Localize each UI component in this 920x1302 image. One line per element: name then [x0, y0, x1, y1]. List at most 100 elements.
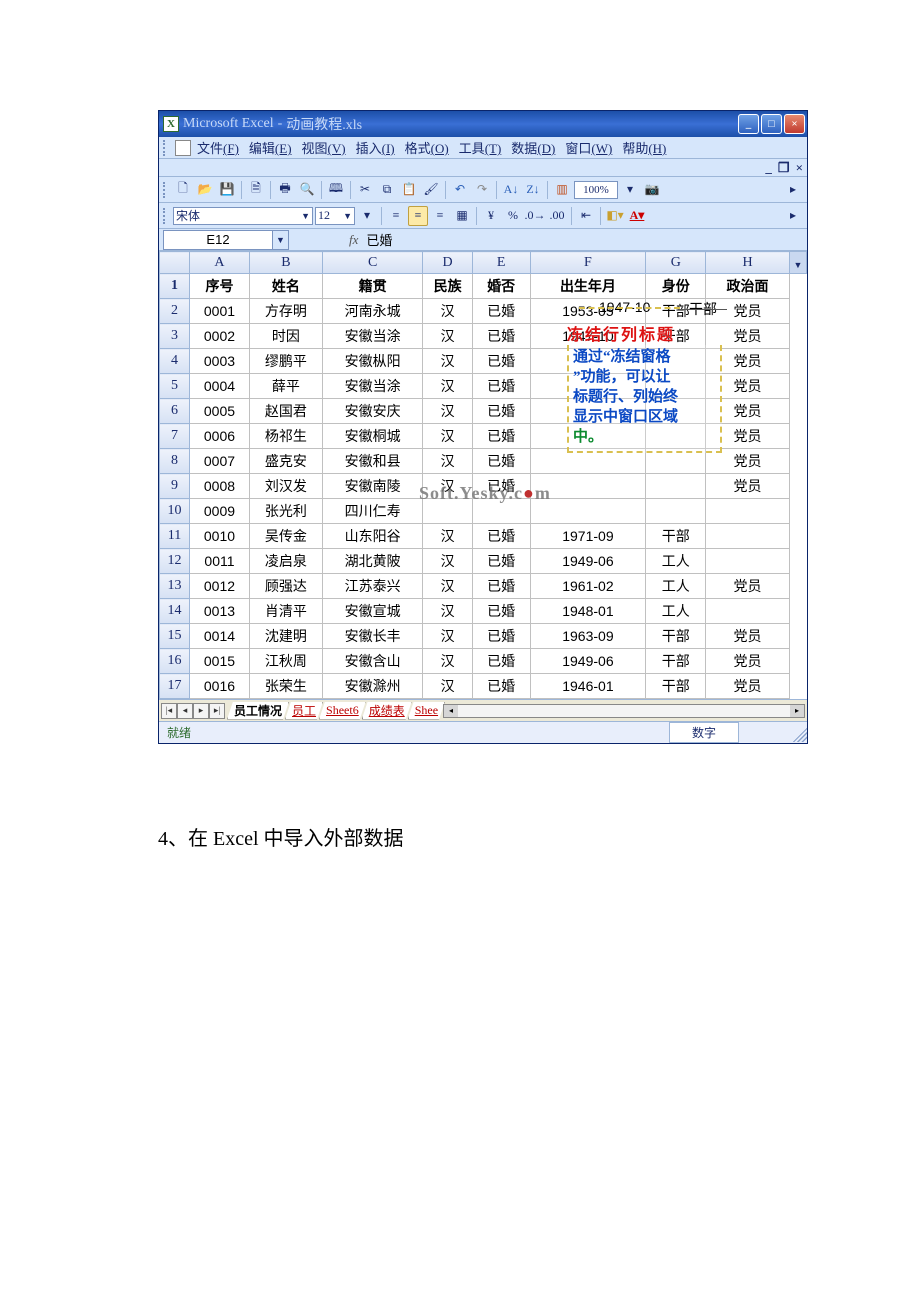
chart-icon[interactable]: ▥	[552, 180, 572, 200]
menu-file[interactable]: 文件(F)	[197, 138, 239, 157]
toolbar-options-icon[interactable]: ▸	[783, 180, 803, 200]
font-color-icon[interactable]: A▾	[627, 206, 647, 226]
workbook-icon[interactable]	[175, 140, 191, 156]
cell[interactable]: 安徽长丰	[322, 624, 423, 649]
tab-nav-first[interactable]: |◂	[161, 703, 177, 719]
cell[interactable]: 0006	[189, 424, 249, 449]
cell[interactable]: 身份	[646, 274, 706, 299]
open-icon[interactable]: 📂	[195, 180, 215, 200]
cell[interactable]: 出生年月	[530, 274, 646, 299]
cell[interactable]: 0010	[189, 524, 249, 549]
permission-icon[interactable]: 🗎	[246, 180, 266, 200]
close-button[interactable]: ×	[784, 114, 805, 134]
cell[interactable]: 党员	[706, 624, 790, 649]
col-header-G[interactable]: G	[646, 252, 706, 274]
cell[interactable]: 安徽滁州	[322, 674, 423, 699]
cell[interactable]: 工人	[646, 549, 706, 574]
row-header[interactable]: 1	[160, 274, 190, 299]
cell[interactable]: 1948-01	[530, 599, 646, 624]
name-box[interactable]: E12	[163, 230, 273, 250]
cell[interactable]: 汉	[423, 599, 472, 624]
tab-nav-next[interactable]: ▸	[193, 703, 209, 719]
cell[interactable]: 已婚	[472, 624, 530, 649]
cell[interactable]: 汉	[423, 674, 472, 699]
row-header[interactable]: 11	[160, 524, 190, 549]
cell[interactable]: 0004	[189, 374, 249, 399]
cell[interactable]: 党员	[706, 649, 790, 674]
cell[interactable]: 已婚	[472, 574, 530, 599]
cell[interactable]: 四川仁寿	[322, 499, 423, 524]
cell[interactable]: 0016	[189, 674, 249, 699]
row-header[interactable]: 6	[160, 399, 190, 424]
col-header-H[interactable]: H	[706, 252, 790, 274]
align-left-icon[interactable]: ≡	[386, 206, 406, 226]
cell[interactable]: 汉	[423, 299, 472, 324]
fmtbar-options-icon[interactable]: ▸	[783, 206, 803, 226]
cell[interactable]: 干部	[646, 524, 706, 549]
cell[interactable]: 沈建明	[249, 624, 322, 649]
row-header[interactable]: 3	[160, 324, 190, 349]
cell[interactable]: 已婚	[472, 324, 530, 349]
row-header[interactable]: 13	[160, 574, 190, 599]
cell[interactable]: 政治面	[706, 274, 790, 299]
cell[interactable]: 汉	[423, 624, 472, 649]
menu-insert[interactable]: 插入(I)	[356, 138, 395, 157]
cell[interactable]: 0002	[189, 324, 249, 349]
cell[interactable]: 汉	[423, 399, 472, 424]
cell[interactable]: 汉	[423, 324, 472, 349]
cell[interactable]: 汉	[423, 449, 472, 474]
cell[interactable]	[706, 524, 790, 549]
cell[interactable]: 0013	[189, 599, 249, 624]
sheet-tab-3[interactable]: Sheet6	[319, 702, 366, 720]
col-header-F[interactable]: F	[530, 252, 646, 274]
redo-icon[interactable]: ↷	[472, 180, 492, 200]
cell[interactable]: 方存明	[249, 299, 322, 324]
cell[interactable]: 安徽安庆	[322, 399, 423, 424]
cell[interactable]: 0015	[189, 649, 249, 674]
preview-icon[interactable]: 🔍	[297, 180, 317, 200]
sheet-tab-1[interactable]: 员工情况	[227, 702, 289, 720]
row-header[interactable]: 10	[160, 499, 190, 524]
cell[interactable]: 已婚	[472, 399, 530, 424]
col-header-C[interactable]: C	[322, 252, 423, 274]
cell[interactable]: 安徽和县	[322, 449, 423, 474]
save-icon[interactable]: 💾	[217, 180, 237, 200]
cell[interactable]: 汉	[423, 424, 472, 449]
font-size-dropdown-arrow[interactable]: ▾	[357, 206, 377, 226]
cell[interactable]: 安徽宣城	[322, 599, 423, 624]
undo-icon[interactable]: ↶	[450, 180, 470, 200]
mdi-minimize-button[interactable]: _	[765, 160, 772, 176]
cell[interactable]: 汉	[423, 549, 472, 574]
cell[interactable]: 已婚	[472, 424, 530, 449]
col-header-E[interactable]: E	[472, 252, 530, 274]
cell[interactable]: 工人	[646, 599, 706, 624]
cell[interactable]: 江秋周	[249, 649, 322, 674]
mdi-restore-button[interactable]: ❐	[778, 160, 790, 176]
cell[interactable]: 民族	[423, 274, 472, 299]
cell[interactable]: 干部	[646, 624, 706, 649]
fmtbar-handle[interactable]	[163, 208, 169, 224]
cell[interactable]: 0001	[189, 299, 249, 324]
tab-nav-prev[interactable]: ◂	[177, 703, 193, 719]
row-header[interactable]: 5	[160, 374, 190, 399]
horizontal-scrollbar[interactable]: ◂ ▸	[443, 704, 805, 718]
merge-center-icon[interactable]: ▦	[452, 206, 472, 226]
decrease-decimal-icon[interactable]: .00	[547, 206, 567, 226]
col-header-A[interactable]: A	[189, 252, 249, 274]
decrease-indent-icon[interactable]: ⇤	[576, 206, 596, 226]
cell[interactable]: 汉	[423, 649, 472, 674]
fx-icon[interactable]: fx	[349, 232, 358, 248]
cell[interactable]: 杨祁生	[249, 424, 322, 449]
cell[interactable]: 婚否	[472, 274, 530, 299]
cell[interactable]: 汉	[423, 574, 472, 599]
cell[interactable]	[706, 549, 790, 574]
cell[interactable]: 汉	[423, 374, 472, 399]
toolbar-handle[interactable]	[163, 182, 169, 198]
cell[interactable]: 已婚	[472, 374, 530, 399]
cell[interactable]: 刘汉发	[249, 474, 322, 499]
cell[interactable]: 0012	[189, 574, 249, 599]
minimize-button[interactable]: _	[738, 114, 759, 134]
cell[interactable]: 湖北黄陂	[322, 549, 423, 574]
align-center-icon[interactable]: ≡	[408, 206, 428, 226]
resize-grip[interactable]	[789, 724, 807, 742]
